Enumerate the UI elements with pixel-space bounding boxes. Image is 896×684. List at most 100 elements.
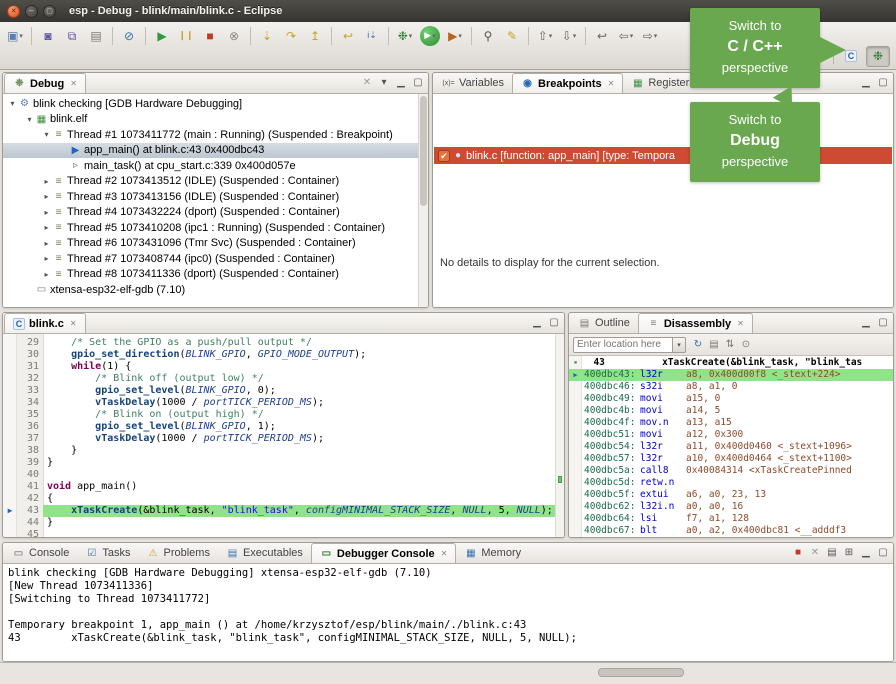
code-line[interactable]: 30 gpio_set_direction(BLINK_GPIO, GPIO_M… (3, 349, 564, 361)
debug-tree-item[interactable]: ▸≡Thread #5 1073410208 (ipc1 : Running) … (3, 220, 428, 236)
code-line[interactable]: 45 (3, 529, 564, 537)
overview-ruler[interactable] (555, 334, 564, 537)
search-button[interactable]: ⚲ (477, 25, 499, 47)
minimize-button[interactable]: ▁ (859, 75, 873, 90)
debug-tree-item[interactable]: ▶app_main() at blink.c:43 0x400dbc43 (3, 143, 428, 159)
last-edit-location-button[interactable]: ↩ (591, 25, 613, 47)
breakpoint-checkbox[interactable] (438, 150, 450, 162)
close-icon[interactable]: ✕ (70, 319, 77, 328)
code-line[interactable]: 34 vTaskDelay(1000 / portTICK_PERIOD_MS)… (3, 397, 564, 409)
disasm-line[interactable]: 400dbc64:lsif7, a1, 128 (569, 513, 893, 525)
open-console-button[interactable]: ⊞ (842, 545, 856, 560)
tab-variables[interactable]: (x)=Variables (434, 73, 512, 93)
code-area[interactable]: 29 /* Set the GPIO as a push/pull output… (3, 334, 564, 537)
close-icon[interactable]: ✕ (441, 549, 448, 558)
debug-tree-item[interactable]: ▾⚙blink checking [GDB Hardware Debugging… (3, 96, 428, 112)
disasm-line[interactable]: 400dbc57:l32ra10, 0x400d0464 <_stext+110… (569, 453, 893, 465)
tab-debug[interactable]: ❉Debug✕ (4, 73, 86, 93)
tab-executables[interactable]: ▤Executables (218, 543, 311, 563)
horizontal-scrollbar[interactable] (598, 668, 684, 677)
external-tools-button[interactable]: ▶ (444, 25, 466, 47)
location-input[interactable] (573, 337, 673, 353)
close-icon[interactable]: ✕ (737, 319, 744, 328)
minimize-button[interactable]: ▁ (394, 75, 408, 90)
code-line[interactable]: 32 /* Blink off (output low) */ (3, 373, 564, 385)
terminate-button[interactable]: ■ (199, 25, 221, 47)
save-all-button[interactable]: ⧉ (61, 25, 83, 47)
maximize-button[interactable]: ▢ (547, 315, 561, 330)
maximize-button[interactable]: ▢ (876, 545, 890, 560)
next-annotation-button[interactable]: ⇩ (558, 25, 580, 47)
save-button[interactable]: ◙ (37, 25, 59, 47)
tab-outline[interactable]: ▤Outline (570, 313, 638, 333)
back-button[interactable]: ⇦ (615, 25, 637, 47)
instruction-stepping-button[interactable]: i⇣ (361, 25, 383, 47)
minimize-button[interactable]: ▁ (859, 545, 873, 560)
expander-icon[interactable]: ▸ (41, 239, 52, 248)
remove-launch-button[interactable]: ✕ (808, 545, 822, 560)
tab-tasks[interactable]: ☑Tasks (77, 543, 138, 563)
debug-tree-item[interactable]: ▸≡Thread #7 1073408744 (ipc0) (Suspended… (3, 251, 428, 267)
expander-icon[interactable]: ▸ (41, 270, 52, 279)
breakpoint-item[interactable]: ● blink.c [function: app_main] [type: Te… (434, 147, 892, 164)
disasm-line[interactable]: 400dbc67:blta0, a2, 0x400dbc81 <__adddf3 (569, 525, 893, 537)
debug-perspective-button[interactable]: ❉ (866, 46, 890, 67)
disasm-line[interactable]: 400dbc49:movia15, 0 (569, 393, 893, 405)
disasm-line[interactable]: 400dbc5f:extuia6, a0, 23, 13 (569, 489, 893, 501)
sync-selection-icon[interactable]: ⇅ (723, 337, 737, 352)
code-line[interactable]: 35 /* Blink on (output high) */ (3, 409, 564, 421)
display-console-button[interactable]: ▤ (825, 545, 839, 560)
minimize-button[interactable]: ▁ (530, 315, 544, 330)
expander-icon[interactable]: ▾ (24, 115, 35, 124)
terminate-console-button[interactable]: ■ (791, 545, 805, 560)
code-line[interactable]: 40 (3, 469, 564, 481)
close-icon[interactable]: ✕ (70, 79, 77, 88)
disasm-line[interactable]: 400dbc54:l32ra11, 0x400d0460 <_stext+109… (569, 441, 893, 453)
code-line[interactable]: 44} (3, 517, 564, 529)
prev-annotation-button[interactable]: ⇧ (534, 25, 556, 47)
debug-tree-item[interactable]: ▸≡Thread #6 1073431096 (Tmr Svc) (Suspen… (3, 236, 428, 252)
print-button[interactable]: ▤ (85, 25, 107, 47)
step-into-button[interactable]: ⇣ (256, 25, 278, 47)
debug-tree-item[interactable]: ▾≡Thread #1 1073411772 (main : Running) … (3, 127, 428, 143)
disasm-line[interactable]: 400dbc4b:movia14, 5 (569, 405, 893, 417)
window-minimize-button[interactable] (25, 5, 38, 18)
window-close-button[interactable] (7, 5, 20, 18)
disconnect-button[interactable]: ⊗ (223, 25, 245, 47)
code-line[interactable]: 39} (3, 457, 564, 469)
debug-tree-item[interactable]: ▸≡Thread #2 1073413512 (IDLE) (Suspended… (3, 174, 428, 190)
code-line[interactable]: 33 gpio_set_level(BLINK_GPIO, 0); (3, 385, 564, 397)
disasm-line[interactable]: 400dbc51:movia12, 0x300 (569, 429, 893, 441)
minimize-button[interactable]: ▁ (859, 315, 873, 330)
show-source-icon[interactable]: ▤ (707, 337, 721, 352)
debug-tree-item[interactable]: ▹main_task() at cpu_start.c:339 0x400d05… (3, 158, 428, 174)
maximize-button[interactable]: ▢ (876, 75, 890, 90)
code-line[interactable]: 36 gpio_set_level(BLINK_GPIO, 1); (3, 421, 564, 433)
suspend-button[interactable]: ❙❙ (175, 25, 197, 47)
step-return-button[interactable]: ↥ (304, 25, 326, 47)
step-over-button[interactable]: ↷ (280, 25, 302, 47)
expander-icon[interactable]: ▸ (41, 192, 52, 201)
disasm-line[interactable]: 400dbc62:l32i.na0, a0, 16 (569, 501, 893, 513)
view-menu-button[interactable]: ▾ (377, 75, 391, 90)
debug-button[interactable]: ❉ (394, 25, 416, 47)
skip-breakpoints-button[interactable]: ⊘ (118, 25, 140, 47)
code-line[interactable]: 42{ (3, 493, 564, 505)
disasm-line[interactable]: 400dbc5d:retw.n (569, 477, 893, 489)
expander-icon[interactable]: ▾ (7, 99, 18, 108)
maximize-button[interactable]: ▢ (411, 75, 425, 90)
tab-disassembly[interactable]: ≡Disassembly✕ (638, 313, 753, 333)
tab-blink-c[interactable]: Cblink.c✕ (4, 313, 86, 333)
lock-icon[interactable]: ⊙ (739, 337, 753, 352)
code-line[interactable]: 29 /* Set the GPIO as a push/pull output… (3, 337, 564, 349)
disassembly-listing[interactable]: ▪ 43 xTaskCreate(&blink_task, "blink_tas… (569, 356, 893, 537)
mark-occurrences-button[interactable]: ✎ (501, 25, 523, 47)
expander-icon[interactable]: ▸ (41, 208, 52, 217)
new-wizard-button[interactable]: ▣ (4, 25, 26, 47)
code-line[interactable]: 31 while(1) { (3, 361, 564, 373)
vertical-scrollbar[interactable] (418, 94, 428, 307)
tab-problems[interactable]: ⚠Problems (138, 543, 217, 563)
window-maximize-button[interactable] (43, 5, 56, 18)
close-icon[interactable]: ✕ (608, 79, 615, 88)
tab-breakpoints[interactable]: ◉Breakpoints✕ (512, 73, 623, 93)
